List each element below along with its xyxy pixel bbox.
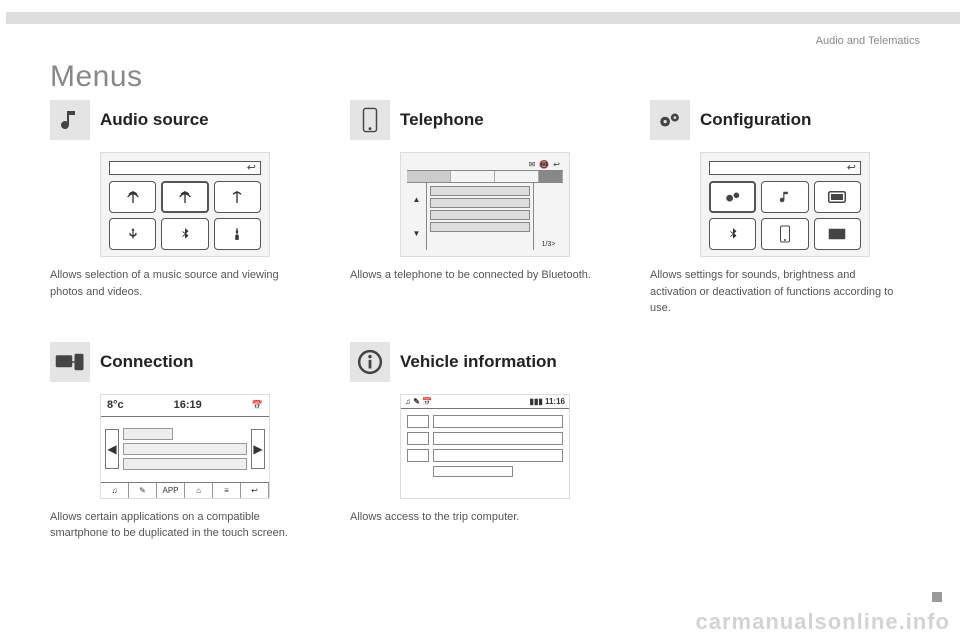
tile-settings-gears [709, 181, 756, 213]
menu-description: Allows settings for sounds, brightness a… [650, 267, 895, 317]
status-bar: ✉ 📵 ↩ [407, 159, 563, 171]
menu-header: Telephone [350, 100, 630, 140]
menu-connection: Connection 8°c 16:19 📅 ◀ ▶ ♫ ✎ APP [50, 342, 330, 542]
menu-header: Configuration [650, 100, 930, 140]
tile-usb [109, 218, 156, 250]
title-bar [109, 161, 261, 175]
tile-aux-jack [214, 218, 261, 250]
menu-configuration: Configuration Allows settings for sounds… [650, 100, 930, 317]
status-bar: 8°c 16:19 📅 [101, 395, 269, 417]
menu-title: Audio source [100, 110, 209, 130]
bottom-edit-icon: ✎ [129, 483, 157, 498]
menu-title: Telephone [400, 110, 484, 130]
arrow-right-icon: ▶ [251, 429, 265, 469]
menu-title: Vehicle information [400, 352, 557, 372]
smartphone-icon [350, 100, 390, 140]
info-icon [350, 342, 390, 382]
back-icon: ↩ [553, 160, 560, 169]
tab-4 [539, 171, 563, 182]
menu-description: Allows a telephone to be connected by Bl… [350, 267, 595, 284]
screenshot-telephone: ✉ 📵 ↩ ▲ ▼ 1 [400, 152, 570, 257]
list-item [430, 222, 530, 232]
top-band [0, 12, 960, 24]
menu-audio-source: Audio source Allows selection of a music… [50, 100, 330, 317]
arrow-down-icon: ▼ [413, 229, 421, 238]
contact-list [427, 183, 533, 250]
tile-bluetooth [161, 218, 208, 250]
tile-antenna-1 [109, 181, 156, 213]
tab-3 [495, 171, 539, 182]
scroll-arrows: ▲ ▼ [407, 183, 427, 250]
menu-title: Connection [100, 352, 194, 372]
bottom-music-icon: ♫ [101, 483, 129, 498]
bottom-bar: ♫ ✎ APP ⌂ ≡ ↩ [101, 482, 269, 498]
tile-display [814, 181, 861, 213]
arrow-up-icon: ▲ [413, 195, 421, 204]
list-item [430, 186, 530, 196]
cell [407, 415, 429, 428]
tile-music [761, 181, 808, 213]
tile-antenna-2 [161, 181, 208, 213]
mirrorlink-icon [50, 342, 90, 382]
cell [433, 432, 563, 445]
tile-screen [814, 218, 861, 250]
watermark: carmanualsonline.info [696, 609, 951, 635]
cell-small [433, 466, 513, 477]
title-bar [709, 161, 861, 175]
bottom-home-icon: ⌂ [185, 483, 213, 498]
cell [433, 415, 563, 428]
list-item [430, 198, 530, 208]
screenshot-audio-source [100, 152, 270, 257]
menu-description: Allows selection of a music source and v… [50, 267, 295, 300]
app-row [123, 458, 247, 470]
header-section-label: Audio and Telematics [816, 35, 920, 47]
tile-bluetooth [709, 218, 756, 250]
gears-icon [650, 100, 690, 140]
cell [407, 432, 429, 445]
page-title: Menus [50, 60, 143, 94]
tile-antenna-3 [214, 181, 261, 213]
bottom-app-label: APP [157, 483, 185, 498]
cell [407, 449, 429, 462]
screenshot-vehicle-info: ♫ ✎ 📅 ▮▮▮ 11:16 [400, 394, 570, 499]
menus-grid: Audio source Allows selection of a music… [50, 100, 930, 542]
menu-header: Audio source [50, 100, 330, 140]
menu-vehicle-information: Vehicle information ♫ ✎ 📅 ▮▮▮ 11:16 Allo… [350, 342, 630, 542]
menu-header: Connection [50, 342, 330, 382]
tab-2 [451, 171, 495, 182]
app-row [123, 428, 173, 440]
clock: 16:19 [174, 399, 202, 411]
corner-icon: 📅 [252, 400, 263, 411]
status-right-clock: ▮▮▮ 11:16 [530, 397, 565, 406]
screenshot-connection: 8°c 16:19 📅 ◀ ▶ ♫ ✎ APP ⌂ ≡ ↩ [100, 394, 270, 499]
tab-1 [407, 171, 451, 182]
pager: 1/3> [533, 183, 563, 250]
tabs [407, 171, 563, 183]
menu-telephone: Telephone ✉ 📵 ↩ ▲ ▼ [350, 100, 630, 317]
menu-header: Vehicle information [350, 342, 630, 382]
menu-description: Allows access to the trip computer. [350, 509, 595, 526]
music-note-icon [50, 100, 90, 140]
arrow-left-icon: ◀ [105, 429, 119, 469]
app-row [123, 443, 247, 455]
bottom-back-icon: ↩ [241, 483, 269, 498]
bottom-menu-icon: ≡ [213, 483, 241, 498]
menu-title: Configuration [700, 110, 811, 130]
mail-icon: ✉ [529, 160, 536, 169]
signal-icon: 📵 [539, 160, 549, 169]
page-marker [932, 592, 942, 602]
temperature: 8°c [107, 399, 124, 411]
screenshot-configuration [700, 152, 870, 257]
menu-description: Allows certain applications on a compati… [50, 509, 295, 542]
status-bar: ♫ ✎ 📅 ▮▮▮ 11:16 [401, 395, 569, 409]
list-item [430, 210, 530, 220]
tile-phone [761, 218, 808, 250]
status-left-icons: ♫ ✎ 📅 [405, 397, 432, 406]
cell [433, 449, 563, 462]
